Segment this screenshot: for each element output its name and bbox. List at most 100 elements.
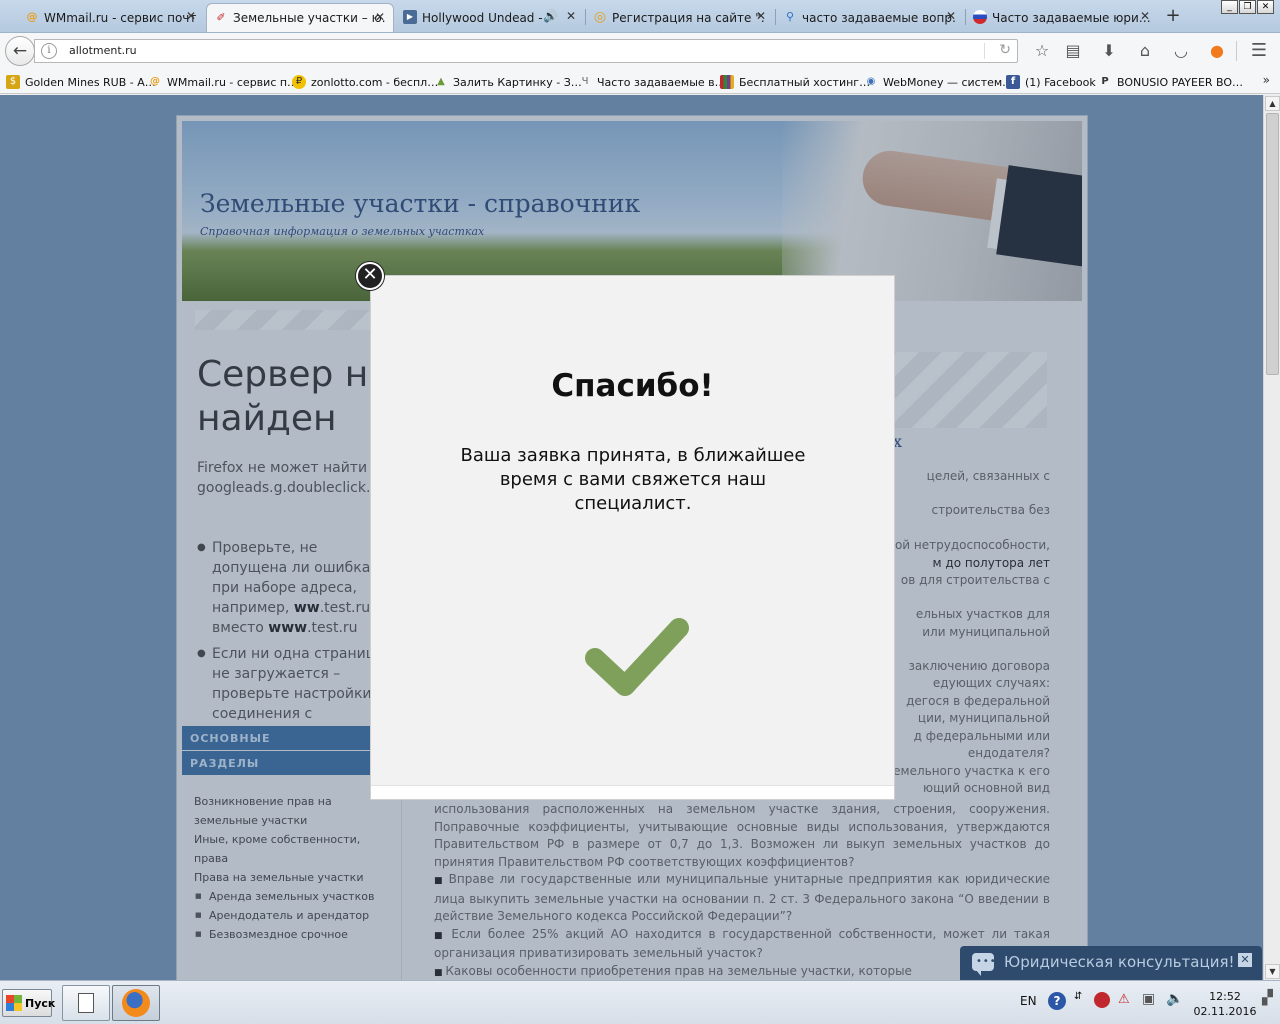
bookmark-label: BONUSIO PAYEER BO…: [1117, 75, 1244, 89]
start-button[interactable]: Пуск: [2, 989, 56, 1017]
close-icon[interactable]: ✕: [566, 9, 576, 23]
show-desktop-icon[interactable]: ▞: [1262, 990, 1273, 1006]
tab-separator: [965, 9, 966, 25]
modal-message: Ваша заявка принята, в ближайшее время с…: [460, 445, 806, 514]
bookmark-label: zonlotto.com - беспл…: [311, 75, 439, 89]
bookmark-label: WebMoney — систем…: [883, 75, 1014, 89]
tab-label: Регистрация на сайте "…: [612, 10, 766, 25]
bookmark-label: Golden Mines RUB - A…: [25, 75, 156, 89]
scroll-down-icon[interactable]: ▼: [1265, 964, 1280, 979]
bookmark-wmmail[interactable]: @ WMmail.ru - сервис п…: [148, 73, 298, 91]
restore-button[interactable]: ❐: [1239, 0, 1256, 14]
bookmark-hosting[interactable]: Бесплатный хостинг…: [720, 73, 870, 91]
close-icon[interactable]: ✕: [756, 9, 766, 23]
start-label: Пуск: [25, 996, 56, 1010]
bookmark-facebook[interactable]: f (1) Facebook: [1006, 73, 1096, 91]
pen-icon: ✐: [216, 11, 226, 24]
video-icon: ▶: [403, 10, 417, 24]
wmmail-icon: @: [150, 76, 160, 87]
close-icon[interactable]: ✕: [946, 9, 956, 23]
bookmark-webmoney[interactable]: ◉ WebMoney — систем…: [864, 73, 1014, 91]
tab-label: WMmail.ru - сервис почт…: [44, 10, 196, 25]
bookmark-faq[interactable]: Ч Часто задаваемые в…: [578, 73, 726, 91]
tab-label: Часто задаваемые юри…: [992, 10, 1150, 25]
bookmark-label: WMmail.ru - сервис п…: [167, 75, 299, 89]
tab-label: часто задаваемые вопр…: [802, 10, 956, 25]
bookmarks-overflow-button[interactable]: »: [1263, 73, 1270, 87]
taskbar-app-firefox[interactable]: [112, 985, 160, 1021]
bookmarks-toolbar: $ Golden Mines RUB - A… @ WMmail.ru - се…: [0, 69, 1280, 94]
wmmail-icon: @: [26, 10, 38, 23]
checkmark-icon: [585, 618, 689, 696]
close-icon[interactable]: ✕: [375, 10, 385, 24]
antivirus-icon[interactable]: [1094, 992, 1110, 1008]
tab-separator: [775, 9, 776, 25]
taskbar-app-document[interactable]: [62, 985, 110, 1021]
thank-you-modal: ✕ Спасибо! Ваша заявка принята, в ближай…: [356, 262, 895, 800]
new-tab-button[interactable]: +: [1162, 5, 1184, 27]
tab-faq-legal[interactable]: Часто задаваемые юри… ✕: [966, 3, 1158, 32]
clock-date: 02.11.2016: [1193, 1005, 1257, 1018]
close-icon[interactable]: ✕: [356, 262, 384, 290]
pocket-icon[interactable]: ◡: [1169, 40, 1193, 62]
close-window-button[interactable]: ✕: [1257, 0, 1274, 14]
network-warning-icon[interactable]: ⚠: [1118, 992, 1130, 1007]
bookmark-golden-mines[interactable]: $ Golden Mines RUB - A…: [6, 73, 156, 91]
page-scrollbar[interactable]: ▲ ▼: [1263, 95, 1280, 980]
nav-bar: i allotment.ru ↻ ← ☆ ▤ ⬇ ⌂ ◡ ● ☰: [0, 33, 1280, 69]
system-clock[interactable]: 12:52 02.11.2016: [1190, 989, 1260, 1019]
scroll-thumb[interactable]: [1266, 113, 1279, 375]
tray-expand-icon[interactable]: ⇵: [1074, 991, 1082, 1002]
chat-close-button[interactable]: ✕: [1238, 953, 1252, 967]
hosting-icon: [720, 75, 734, 89]
menu-icon[interactable]: ☰: [1247, 40, 1271, 62]
chat-bubble-icon: •••: [972, 953, 997, 976]
bookmark-zonlotto[interactable]: ₽ zonlotto.com - беспл…: [292, 73, 438, 91]
reading-list-icon[interactable]: ▤: [1061, 40, 1085, 62]
star-icon[interactable]: ☆: [1030, 40, 1054, 62]
tab-separator: [585, 9, 586, 25]
window-controls: _ ❐ ✕: [1220, 0, 1274, 14]
tab-allotment[interactable]: ✐ Земельные участки – ю… ✕: [206, 3, 394, 32]
network-icon[interactable]: ▣: [1142, 991, 1155, 1007]
chat-label[interactable]: Юридическая консультация!: [1004, 953, 1235, 971]
language-indicator[interactable]: EN: [1020, 994, 1037, 1008]
chat-dots: •••: [976, 956, 997, 967]
reload-icon[interactable]: ↻: [999, 42, 1011, 58]
scroll-up-icon[interactable]: ▲: [1265, 96, 1280, 111]
tab-hollywood-undead[interactable]: ▶ Hollywood Undead - 🔊 ✕: [396, 3, 584, 32]
close-icon[interactable]: ✕: [1140, 9, 1150, 23]
back-button[interactable]: ←: [5, 36, 35, 66]
firefox-sync-icon[interactable]: ●: [1205, 40, 1229, 62]
document-icon: [78, 993, 94, 1013]
bookmark-label: Залить Картинку - З…: [453, 75, 582, 89]
page-viewport: Земельные участки - справочник Справочна…: [0, 95, 1263, 980]
tab-registration[interactable]: ◎ Регистрация на сайте "… ✕: [586, 3, 774, 32]
volume-icon[interactable]: 🔈: [1166, 991, 1183, 1007]
tab-bar: @ WMmail.ru - сервис почт… ✕ ✐ Земельные…: [0, 0, 1280, 33]
url-bar[interactable]: i allotment.ru ↻: [34, 39, 1018, 63]
payeer-icon: P: [1101, 76, 1109, 87]
speaker-icon[interactable]: 🔊: [543, 9, 558, 23]
download-icon[interactable]: ⬇: [1097, 40, 1121, 62]
chrome-icon: ◎: [593, 9, 607, 25]
facebook-icon: f: [1006, 75, 1020, 89]
site-info-icon[interactable]: i: [41, 43, 57, 59]
url-divider: [984, 43, 985, 59]
url-text[interactable]: allotment.ru: [69, 44, 137, 57]
home-icon[interactable]: ⌂: [1133, 40, 1157, 62]
bookmark-image-upload[interactable]: ▲ Залить Картинку - З…: [434, 73, 582, 91]
legal-chat-widget[interactable]: ••• Юридическая консультация! ✕: [960, 946, 1262, 980]
close-icon[interactable]: ✕: [186, 9, 196, 23]
bookmark-payeer[interactable]: P BONUSIO PAYEER BO…: [1098, 73, 1243, 91]
bookmark-label: (1) Facebook: [1025, 75, 1096, 89]
search-icon: ⚲: [785, 10, 795, 23]
tab-faq-search[interactable]: ⚲ часто задаваемые вопр… ✕: [776, 3, 964, 32]
taskbar: Пуск EN ? ⇵ ⚠ ▣ 🔈 12:52 02.11.2016 ▞: [0, 980, 1280, 1024]
minimize-button[interactable]: _: [1221, 0, 1238, 14]
golden-mines-icon: $: [6, 75, 20, 89]
help-icon[interactable]: ?: [1048, 992, 1066, 1010]
tab-wmmail[interactable]: @ WMmail.ru - сервис почт… ✕: [18, 3, 204, 32]
modal-title: Спасибо!: [551, 368, 714, 404]
modal-footer: [371, 785, 894, 799]
